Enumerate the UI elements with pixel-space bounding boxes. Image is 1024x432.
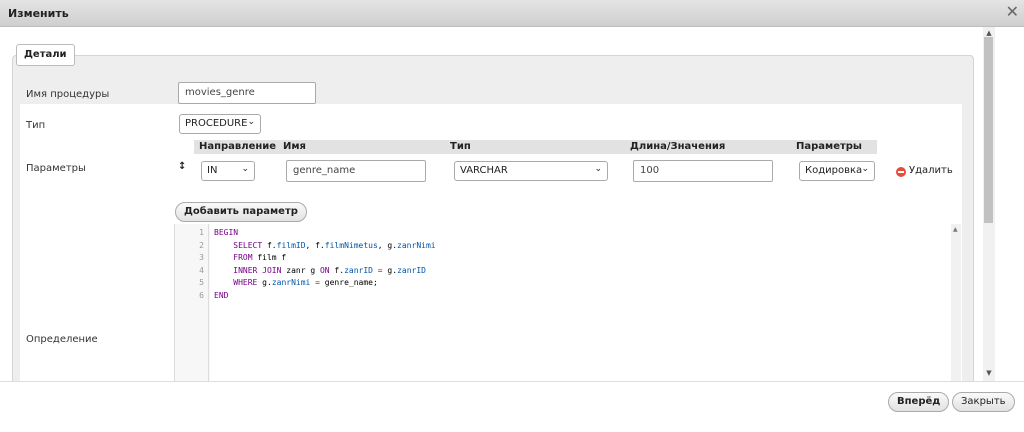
editor-code[interactable]: BEGIN SELECT f.filmID, f.filmNimetus, g.… bbox=[210, 224, 962, 381]
type-select-value: PROCEDURE bbox=[185, 118, 248, 129]
line-number: 2 bbox=[199, 240, 204, 250]
dialog-title: Изменить bbox=[8, 7, 69, 20]
code-token: g. bbox=[387, 265, 398, 275]
code-token: FROM bbox=[233, 253, 253, 262]
line-number: 3 bbox=[199, 253, 204, 262]
delete-icon[interactable] bbox=[896, 167, 906, 177]
scrollbar-thumb[interactable] bbox=[984, 37, 993, 223]
code-token: filmNimetus bbox=[324, 240, 378, 250]
editor-gutter: 1 2 3 4 5 6 bbox=[175, 224, 209, 381]
dialog-titlebar: Изменить ✕ bbox=[0, 0, 1024, 27]
code-token: END bbox=[214, 290, 229, 300]
code-token: f. bbox=[262, 240, 277, 250]
params-label: Параметры bbox=[26, 163, 86, 174]
footer-divider bbox=[0, 381, 1024, 382]
next-button[interactable]: Вперёд bbox=[888, 392, 950, 412]
delete-param-link[interactable]: Удалить bbox=[909, 165, 953, 176]
param-type-select-value: VARCHAR bbox=[460, 165, 508, 176]
type-select[interactable]: PROCEDURE ⌄ bbox=[179, 114, 261, 134]
chevron-down-icon: ⌄ bbox=[247, 117, 255, 127]
direction-select[interactable]: IN ⌄ bbox=[201, 161, 255, 181]
chevron-down-icon: ⌄ bbox=[861, 164, 869, 174]
code-token: zanrID bbox=[344, 265, 373, 275]
procedure-name-label: Имя процедуры bbox=[26, 89, 110, 100]
code-token: f. bbox=[329, 265, 345, 275]
code-line[interactable]: END bbox=[214, 291, 228, 300]
code-token: g. bbox=[257, 278, 272, 287]
code-token: BEGIN bbox=[214, 228, 239, 237]
line-number: 5 bbox=[199, 278, 204, 287]
definition-label: Определение bbox=[26, 334, 98, 345]
code-token: zanrID bbox=[397, 265, 426, 275]
code-token: SELECT bbox=[233, 240, 263, 250]
code-token: = bbox=[310, 278, 325, 287]
code-token: zanr g bbox=[281, 265, 320, 275]
procedure-name-input[interactable]: movies_genre bbox=[178, 82, 316, 104]
code-token: INNER JOIN bbox=[233, 265, 282, 275]
code-token: genre_name; bbox=[324, 278, 378, 287]
line-number: 6 bbox=[199, 290, 204, 300]
param-charset-select[interactable]: Кодировка ⌄ bbox=[799, 161, 875, 181]
sql-editor[interactable]: 123456 BEGIN SELECT f.filmID, f.filmNime… bbox=[174, 224, 962, 381]
code-token: ON bbox=[319, 265, 330, 275]
add-parameter-button[interactable]: Добавить параметр bbox=[175, 202, 307, 222]
type-label: Тип bbox=[26, 120, 46, 131]
code-line[interactable]: WHERE g.zanrNimi = genre_name; bbox=[214, 278, 378, 287]
tab-details[interactable]: Детали bbox=[16, 44, 75, 66]
code-line[interactable]: INNER JOIN zanr g ON f.zanrID = g.zanrID bbox=[214, 266, 426, 275]
dialog-body[interactable]: Детали Имя процедуры movies_genre Тип PR… bbox=[0, 27, 1024, 381]
header-type: Тип bbox=[445, 140, 625, 154]
param-charset-select-value: Кодировка bbox=[805, 165, 863, 176]
header-length: Длина/Значения bbox=[625, 140, 791, 154]
dialog-scrollbar[interactable]: ▲ ▼ bbox=[983, 27, 995, 381]
direction-select-value: IN bbox=[207, 165, 218, 176]
code-token: filmID bbox=[276, 240, 306, 250]
scroll-up-icon[interactable]: ▲ bbox=[953, 226, 958, 233]
code-line[interactable]: FROM film f bbox=[214, 253, 286, 262]
code-line[interactable]: BEGIN bbox=[214, 228, 238, 237]
code-token: , g. bbox=[377, 240, 398, 250]
param-length-input[interactable]: 100 bbox=[633, 160, 773, 182]
code-token: film f bbox=[252, 253, 287, 262]
code-line[interactable]: SELECT f.filmID, f.filmNimetus, g.zanrNi… bbox=[214, 240, 436, 250]
close-icon[interactable]: ✕ bbox=[1006, 3, 1019, 21]
line-number: 1 bbox=[199, 228, 204, 237]
code-token: = bbox=[372, 265, 388, 275]
code-token: WHERE bbox=[233, 278, 258, 287]
chevron-down-icon: ⌄ bbox=[241, 164, 249, 174]
code-token: zanrNimi bbox=[271, 278, 311, 287]
scroll-up-icon[interactable]: ▲ bbox=[983, 29, 995, 37]
code-token: zanrNimi bbox=[397, 240, 436, 250]
header-direction: Направление bbox=[194, 140, 278, 154]
close-button[interactable]: Закрыть bbox=[952, 392, 1015, 412]
header-name: Имя bbox=[278, 140, 445, 154]
header-options: Параметры bbox=[791, 140, 877, 154]
param-name-input[interactable]: genre_name bbox=[286, 160, 426, 182]
chevron-down-icon: ⌄ bbox=[594, 164, 602, 174]
scroll-down-icon[interactable]: ▼ bbox=[983, 369, 995, 377]
param-type-select[interactable]: VARCHAR ⌄ bbox=[454, 161, 608, 181]
code-token: , f. bbox=[305, 240, 325, 250]
drag-handle-icon[interactable]: ↕ bbox=[178, 161, 186, 172]
editor-scrollbar[interactable]: ▲ bbox=[951, 224, 961, 381]
line-number: 4 bbox=[199, 265, 204, 275]
